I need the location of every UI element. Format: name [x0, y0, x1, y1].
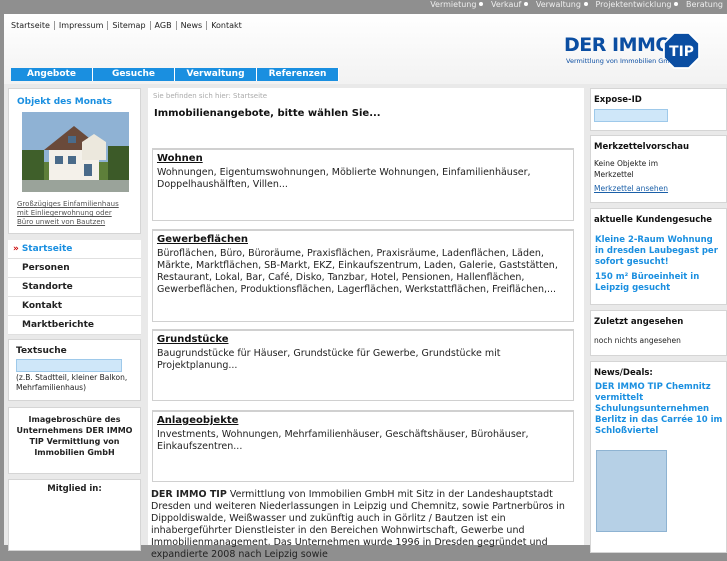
- news-box: News/Deals: DER IMMO TIP Chemnitz vermit…: [590, 361, 727, 553]
- expose-id-input[interactable]: [594, 109, 668, 122]
- metanav-news[interactable]: News: [177, 21, 208, 30]
- membership-box: Mitglied in:: [8, 479, 141, 551]
- text-search-title: Textsuche: [16, 346, 67, 356]
- top-service-nav: Vermietung Verkauf Verwaltung Projektent…: [0, 0, 727, 14]
- company-logo[interactable]: DER IMMO TIP Vermittlung von Immobilien …: [564, 32, 704, 72]
- menu-item-marktberichte[interactable]: Marktberichte: [8, 316, 141, 335]
- category-text-wohnen: Wohnungen, Eigentumswohnungen, Möblierte…: [157, 167, 531, 190]
- text-search-input[interactable]: [16, 359, 122, 372]
- category-wohnen: Wohnen Wohnungen, Eigentumswohnungen, Mö…: [152, 148, 574, 221]
- tab-angebote[interactable]: Angebote: [11, 68, 93, 81]
- merkzettel-box: Merkzettelvorschau Keine Objekte im Merk…: [590, 135, 727, 203]
- bullet-icon: [479, 2, 484, 6]
- topnav-verkauf[interactable]: Verkauf: [491, 0, 521, 9]
- news-title: News/Deals:: [594, 368, 653, 378]
- zuletzt-title: Zuletzt angesehen: [594, 317, 684, 327]
- tab-verwaltung[interactable]: Verwaltung: [175, 68, 257, 81]
- meta-nav: Startseite Impressum Sitemap AGB News Kontakt: [11, 21, 246, 30]
- category-text-grundstuecke: Baugrundstücke für Häuser, Grundstücke f…: [157, 348, 501, 371]
- page-title: Immobilienangebote, bitte wählen Sie...: [154, 108, 381, 119]
- membership-title: Mitglied in:: [47, 484, 102, 494]
- page-container: Startseite Impressum Sitemap AGB News Kontakt…: [4, 14, 727, 560]
- kundengesuche-title: aktuelle Kundengesuche: [594, 215, 713, 225]
- main-content: Sie befinden sich hier: Startseite Immob…: [148, 88, 584, 560]
- zuletzt-box: Zuletzt angesehen noch nichts angesehen: [590, 310, 727, 356]
- metanav-agb[interactable]: AGB: [151, 21, 177, 30]
- object-of-month-title: Objekt des Monats: [17, 97, 113, 107]
- object-of-month-box: Objekt des Monats Großzügiges Einfamilie…: [8, 88, 141, 234]
- expose-id-box: Expose-ID: [590, 88, 727, 131]
- object-of-month-caption[interactable]: Großzügiges Einfamilienhaus mit Einliege…: [17, 200, 127, 227]
- menu-item-kontakt[interactable]: Kontakt: [8, 297, 141, 316]
- expose-id-title: Expose-ID: [594, 95, 642, 105]
- metanav-sitemap[interactable]: Sitemap: [108, 21, 151, 30]
- category-title-anlageobjekte[interactable]: Anlageobjekte: [157, 415, 238, 426]
- gesuch-link-2[interactable]: 150 m² Büroeinheit in Leipzig gesucht: [595, 272, 723, 294]
- menu-item-personen[interactable]: Personen: [8, 259, 141, 278]
- bullet-icon: [674, 2, 679, 6]
- topnav-beratung[interactable]: Beratung: [686, 0, 723, 9]
- category-text-gewerbeflaechen: Büroflächen, Büro, Büroräume, Praxisfläc…: [157, 248, 558, 295]
- category-title-gewerbeflaechen[interactable]: Gewerbeflächen: [157, 234, 248, 245]
- logo-wordmark: DER IMMO: [564, 34, 672, 56]
- company-intro: DER IMMO TIP Vermittlung von Immobilien …: [151, 489, 581, 561]
- merkzettel-link[interactable]: Merkzettel ansehen: [594, 184, 668, 193]
- header: Startseite Impressum Sitemap AGB News Kontakt…: [4, 14, 727, 84]
- tab-gesuche[interactable]: Gesuche: [93, 68, 175, 81]
- brochure-box[interactable]: Imagebroschüre des Unternehmens DER IMMO…: [8, 407, 141, 474]
- merkzettel-title: Merkzettelvorschau: [594, 142, 690, 152]
- metanav-startseite[interactable]: Startseite: [11, 21, 55, 30]
- news-banner-image[interactable]: [596, 450, 667, 532]
- text-search-box: Textsuche (z.B. Stadtteil, kleiner Balko…: [8, 339, 141, 401]
- logo-subtitle: Vermittlung von Immobilien GmbH: [566, 57, 679, 65]
- zuletzt-text: noch nichts angesehen: [594, 336, 681, 345]
- menu-item-standorte[interactable]: Standorte: [8, 278, 141, 297]
- menu-item-startseite[interactable]: Startseite: [8, 240, 141, 259]
- topnav-vermietung[interactable]: Vermietung: [430, 0, 476, 9]
- merkzettel-text: Keine Objekte im Merkzettel: [594, 159, 659, 179]
- metanav-impressum[interactable]: Impressum: [55, 21, 109, 30]
- breadcrumb: Sie befinden sich hier: Startseite: [153, 92, 268, 100]
- bullet-icon: [583, 2, 588, 6]
- category-anlageobjekte: Anlageobjekte Investments, Wohnungen, Me…: [152, 410, 574, 482]
- gesuch-link-1[interactable]: Kleine 2-Raum Wohnung in dresden Laubega…: [595, 235, 723, 268]
- topnav-projektentwicklung[interactable]: Projektentwicklung: [596, 0, 672, 9]
- news-link[interactable]: DER IMMO TIP Chemnitz vermittelt Schulun…: [595, 382, 723, 437]
- category-gewerbeflaechen: Gewerbeflächen Büroflächen, Büro, Bürorä…: [152, 229, 574, 322]
- metanav-kontakt[interactable]: Kontakt: [207, 21, 246, 30]
- house-photo[interactable]: [22, 112, 129, 192]
- text-search-hint: (z.B. Stadtteil, kleiner Balkon, Mehrfam…: [16, 373, 128, 392]
- category-grundstuecke: Grundstücke Baugrundstücke für Häuser, G…: [152, 329, 574, 401]
- brochure-text: Imagebroschüre des Unternehmens DER IMMO…: [16, 415, 133, 457]
- kundengesuche-box: aktuelle Kundengesuche Kleine 2-Raum Woh…: [590, 208, 727, 305]
- category-title-grundstuecke[interactable]: Grundstücke: [157, 334, 228, 345]
- side-menu: Startseite Personen Standorte Kontakt Ma…: [8, 240, 141, 335]
- topnav-verwaltung[interactable]: Verwaltung: [536, 0, 581, 9]
- category-title-wohnen[interactable]: Wohnen: [157, 153, 203, 164]
- tab-referenzen[interactable]: Referenzen: [257, 68, 339, 81]
- category-text-anlageobjekte: Investments, Wohnungen, Mehrfamilienhäus…: [157, 429, 529, 452]
- bullet-icon: [524, 2, 529, 6]
- company-intro-name: DER IMMO TIP: [151, 489, 227, 500]
